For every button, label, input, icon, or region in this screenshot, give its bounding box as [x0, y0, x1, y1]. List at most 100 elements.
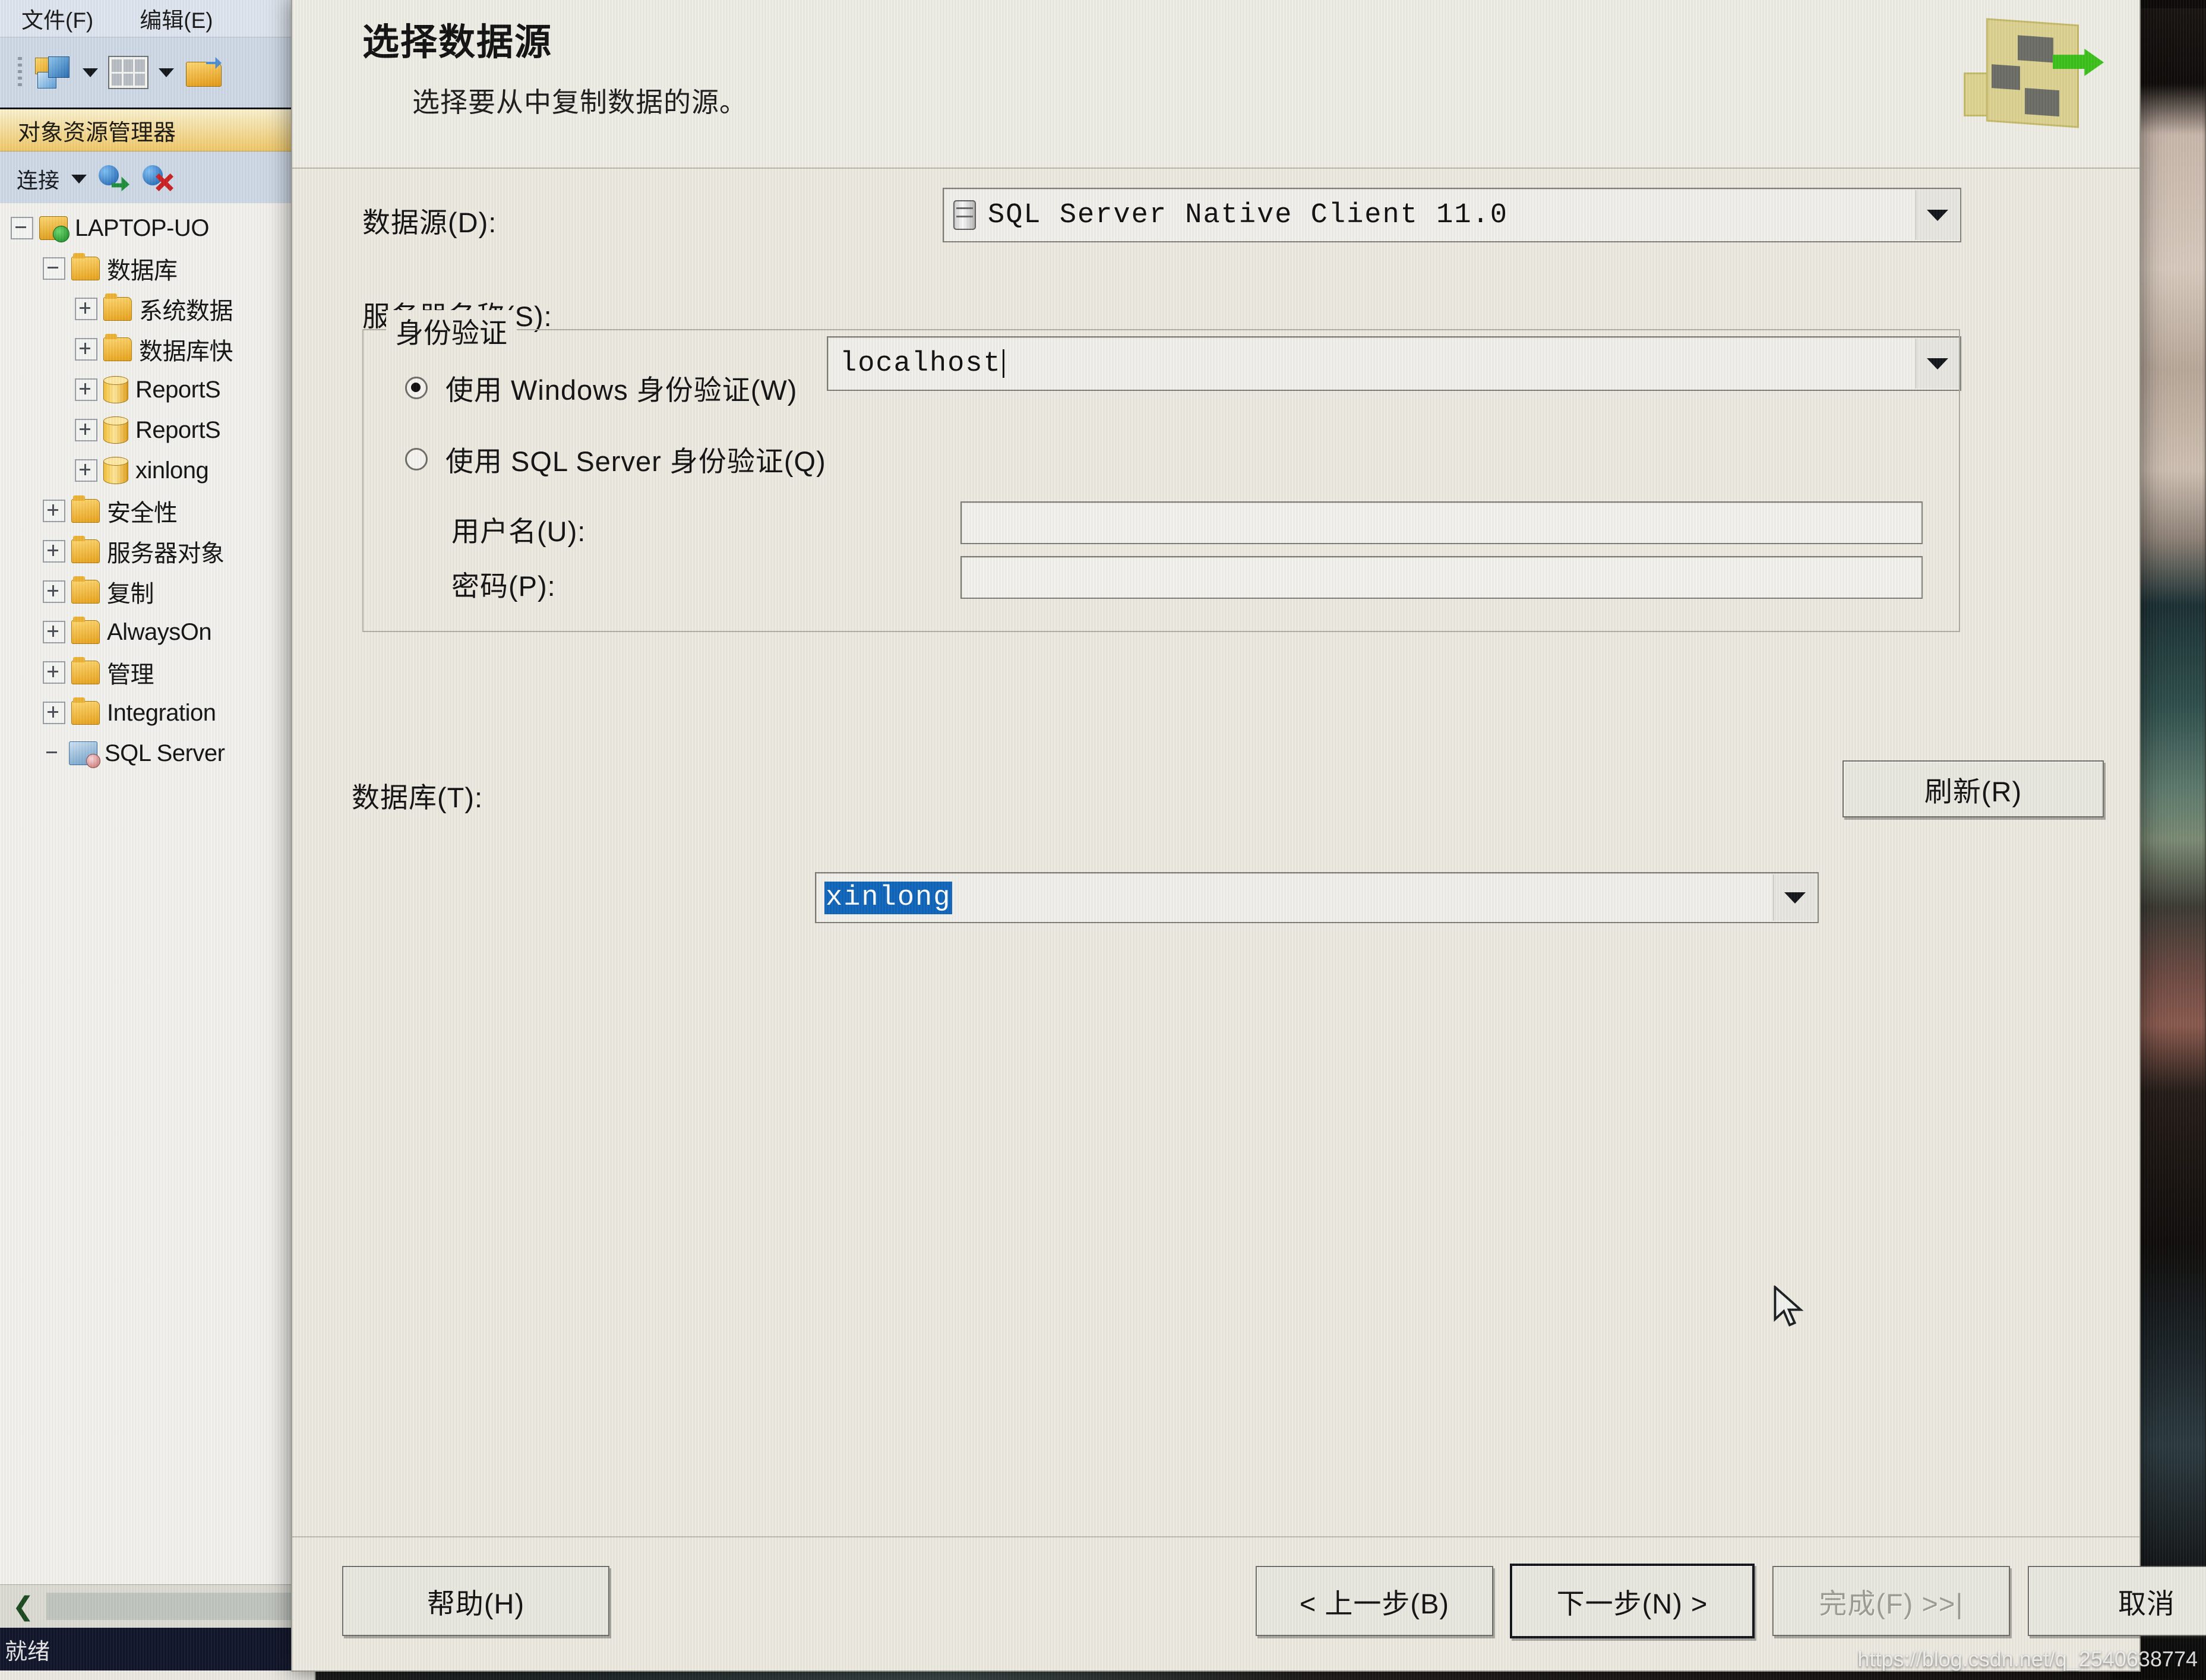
new-query-button[interactable] — [30, 50, 74, 94]
radio-sql-auth-label: 使用 SQL Server 身份验证(Q) — [445, 446, 826, 477]
radio-windows-auth[interactable] — [405, 376, 428, 399]
tree-node[interactable]: ReportS — [0, 370, 315, 410]
sql-agent-icon — [69, 741, 100, 768]
tree-node[interactable]: 管理 — [0, 652, 315, 693]
tree-node[interactable]: SQL Server — [0, 733, 315, 773]
chevron-down-icon — [1784, 892, 1806, 904]
cancel-button[interactable]: 取消 — [2028, 1566, 2206, 1636]
folder-icon — [71, 697, 100, 725]
tree-node-label: AlwaysOn — [107, 618, 212, 645]
tree-node[interactable]: Integration — [0, 693, 315, 733]
menu-item-edit[interactable]: 编辑(E) — [140, 2, 213, 34]
toolbar-grip[interactable] — [18, 57, 22, 88]
wizard-body: 数据源(D): SQL Server Native Client 11.0 服务… — [292, 169, 2139, 1546]
back-button[interactable]: < 上一步(B) — [1256, 1566, 1493, 1636]
query-grid-button[interactable] — [106, 50, 150, 94]
expand-icon[interactable] — [43, 661, 65, 684]
server-icon — [39, 216, 69, 242]
object-explorer-tree[interactable]: LAPTOP-UO 数据库 系统数据数据库快 ReportS ReportS xinlon… — [0, 203, 315, 1585]
database-combobox[interactable]: xinlong — [815, 872, 1819, 923]
folder-icon — [103, 334, 132, 361]
open-folder-icon — [186, 58, 223, 87]
collapse-icon[interactable] — [11, 217, 33, 239]
open-file-button[interactable] — [182, 50, 226, 94]
tree-node[interactable]: 数据库快 — [0, 329, 315, 370]
expand-icon[interactable] — [75, 459, 97, 482]
connect-button-label[interactable]: 连接 — [17, 163, 59, 194]
auth-sql-radio-row[interactable]: 使用 SQL Server 身份验证(Q) — [405, 438, 826, 479]
next-button[interactable]: 下一步(N) > — [1510, 1564, 1755, 1638]
connect-dropdown-icon[interactable] — [71, 174, 87, 184]
tree-node[interactable]: xinlong — [0, 450, 315, 491]
tree-node-label: SQL Server — [105, 740, 225, 766]
object-explorer-bottom-bar: ❮ — [0, 1584, 315, 1628]
finish-button: 完成(F) >>| — [1772, 1566, 2010, 1636]
new-query-dropdown-icon[interactable] — [83, 68, 98, 77]
auth-windows-radio-row[interactable]: 使用 Windows 身份验证(W) — [405, 367, 797, 408]
expand-icon[interactable] — [75, 419, 97, 441]
tree-node-label: 数据库快 — [139, 339, 233, 365]
tree-node[interactable]: 复制 — [0, 571, 315, 612]
tree-node[interactable]: AlwaysOn — [0, 612, 315, 652]
tree-node[interactable]: LAPTOP-UO — [0, 208, 315, 248]
database-value: xinlong — [824, 881, 953, 914]
menu-item-file[interactable]: 文件(F) — [21, 2, 93, 34]
chevron-left-icon: ❮ — [12, 1591, 34, 1621]
tree-node[interactable]: 数据库 — [0, 248, 315, 289]
expand-icon[interactable] — [75, 378, 97, 401]
help-button[interactable]: 帮助(H) — [342, 1566, 609, 1636]
tree-node-label: LAPTOP-UO — [75, 214, 209, 241]
data-source-combobox[interactable]: SQL Server Native Client 11.0 — [943, 188, 1961, 242]
database-icon — [103, 416, 128, 444]
data-source-dropdown-button[interactable] — [1916, 190, 1959, 240]
mouse-cursor — [1774, 1286, 1804, 1327]
query-grid-dropdown-icon[interactable] — [159, 68, 174, 77]
username-label: 用户名(U): — [451, 516, 586, 547]
database-dropdown-button[interactable] — [1773, 874, 1816, 921]
username-input[interactable] — [960, 501, 1923, 544]
radio-sql-auth[interactable] — [405, 447, 428, 470]
expand-icon[interactable] — [75, 338, 97, 361]
next-button-label: 下一步(N) > — [1556, 1587, 1708, 1619]
folder-icon — [71, 495, 100, 523]
object-explorer-toolbar: 连接 — [0, 151, 315, 207]
disconnect-icon[interactable] — [143, 164, 175, 194]
horizontal-scrollbar[interactable] — [46, 1593, 306, 1620]
grid-icon — [108, 56, 148, 89]
tree-node[interactable]: ReportS — [0, 410, 315, 450]
expand-icon[interactable] — [43, 702, 65, 724]
no-expander — [43, 743, 63, 763]
radio-windows-auth-label: 使用 Windows 身份验证(W) — [445, 374, 798, 406]
data-source-label: 数据源(D): — [362, 207, 497, 238]
username-label-row: 用户名(U): — [451, 509, 586, 550]
connect-icon[interactable] — [99, 164, 131, 194]
tree-node-label: 服务器对象 — [107, 541, 225, 567]
watermark-text: https://blog.csdn.net/q_2540638774 — [1857, 1647, 2198, 1671]
tree-node[interactable]: 安全性 — [0, 491, 315, 531]
refresh-button[interactable]: 刷新(R) — [1842, 760, 2104, 817]
tree-node[interactable]: 服务器对象 — [0, 531, 315, 571]
expand-icon[interactable] — [75, 298, 97, 320]
expand-icon[interactable] — [43, 540, 65, 563]
collapse-panel-button[interactable]: ❮ — [0, 1585, 46, 1628]
refresh-button-label: 刷新(R) — [1924, 775, 2022, 807]
expand-icon[interactable] — [43, 621, 65, 643]
collapse-icon[interactable] — [43, 257, 65, 280]
database-icon — [103, 457, 128, 484]
tree-node-label: 复制 — [107, 581, 154, 607]
tree-node-label: xinlong — [135, 457, 209, 484]
data-source-label-row: 数据源(D): — [362, 200, 497, 241]
object-explorer-title-bar: 对象资源管理器 — [0, 109, 315, 151]
password-input[interactable] — [960, 556, 1923, 599]
tree-node-label: ReportS — [135, 416, 221, 443]
expand-icon[interactable] — [43, 500, 65, 522]
tree-node[interactable]: 系统数据 — [0, 289, 315, 329]
database-label: 数据库(T): — [352, 782, 483, 813]
wizard-header: 选择数据源 选择要从中复制数据的源。 — [292, 0, 2139, 169]
menu-bar: 文件(F) 编辑(E) — [0, 0, 315, 37]
expand-icon[interactable] — [43, 580, 65, 603]
authentication-legend: 身份验证 — [386, 310, 517, 351]
folder-icon — [71, 536, 100, 563]
folder-icon — [103, 293, 132, 321]
status-bar: 就绪 — [0, 1628, 315, 1670]
